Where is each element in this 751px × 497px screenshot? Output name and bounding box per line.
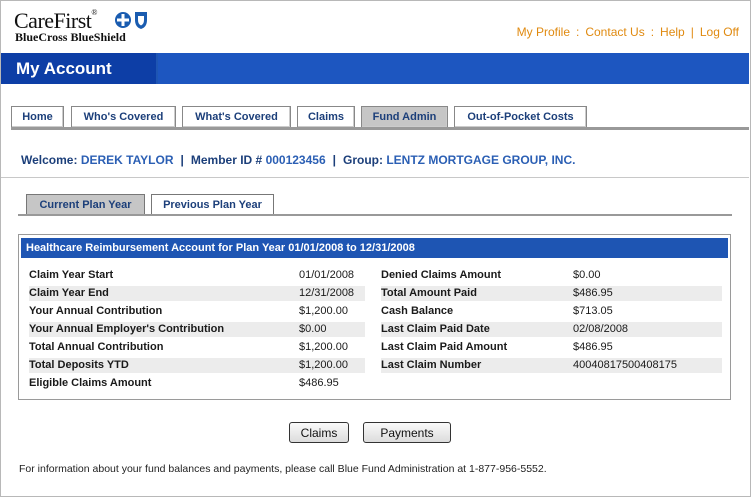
field-label: Last Claim Paid Amount — [381, 341, 508, 353]
tab-claims[interactable]: Claims — [297, 106, 355, 127]
left-row: Claim Year End 12/31/2008 — [29, 286, 365, 301]
fund-info-note: For information about your fund balances… — [19, 463, 547, 475]
log-off-link[interactable]: Log Off — [700, 25, 739, 39]
welcome-label: Welcome: — [21, 153, 78, 167]
field-label: Cash Balance — [381, 305, 454, 317]
claims-button[interactable]: Claims — [289, 422, 349, 443]
field-value: 12/31/2008 — [299, 287, 355, 299]
group-name: LENTZ MORTGAGE GROUP, INC. — [386, 153, 576, 167]
account-panel: Healthcare Reimbursement Account for Pla… — [18, 234, 731, 400]
tab-previous-plan-year[interactable]: Previous Plan Year — [151, 194, 274, 215]
right-row: Last Claim Paid Date 02/08/2008 — [381, 322, 722, 337]
field-value: $486.95 — [573, 287, 613, 299]
logo-subtitle: BlueCross BlueShield — [15, 30, 126, 44]
field-value: $1,200.00 — [299, 359, 348, 371]
field-label: Total Amount Paid — [381, 287, 477, 299]
left-row: Your Annual Employer's Contribution $0.0… — [29, 322, 365, 337]
field-label: Claim Year Start — [29, 269, 114, 281]
field-value: $486.95 — [299, 377, 339, 389]
right-row: Total Amount Paid $486.95 — [381, 286, 722, 301]
welcome-line: Welcome: DEREK TAYLOR | Member ID # 000123… — [21, 153, 576, 167]
field-value: $0.00 — [573, 269, 601, 281]
right-row: Last Claim Number 40040817500408175 — [381, 358, 722, 373]
field-value: $486.95 — [573, 341, 613, 353]
cross-shield-icon — [115, 12, 147, 29]
member-id: 000123456 — [265, 153, 326, 167]
title-bar: My Account — [1, 53, 749, 84]
field-label: Last Claim Number — [381, 359, 482, 371]
my-profile-link[interactable]: My Profile — [517, 25, 570, 39]
left-row: Your Annual Contribution $1,200.00 — [29, 304, 365, 319]
field-label: Claim Year End — [29, 287, 109, 299]
top-link-separator: : — [650, 25, 655, 39]
tab-baseline — [11, 127, 749, 130]
field-value: $1,200.00 — [299, 305, 348, 317]
field-value: $713.05 — [573, 305, 613, 317]
field-label: Total Annual Contribution — [29, 341, 164, 353]
field-label: Total Deposits YTD — [29, 359, 129, 371]
carefirst-logo[interactable]: CareFirst® BlueCross BlueShield — [14, 8, 164, 48]
right-row: Denied Claims Amount $0.00 — [381, 268, 722, 283]
field-value: 40040817500408175 — [573, 359, 678, 371]
top-links: My Profile: Contact Us: Help | Log Off — [517, 25, 739, 39]
group-label: Group: — [343, 153, 383, 167]
tab-fund-admin[interactable]: Fund Admin — [361, 106, 448, 127]
right-row: Cash Balance $713.05 — [381, 304, 722, 319]
payments-button[interactable]: Payments — [363, 422, 451, 443]
title-bar-fill — [158, 53, 749, 84]
field-label: Last Claim Paid Date — [381, 323, 490, 335]
member-id-label: Member ID # — [190, 153, 263, 167]
field-label: Your Annual Contribution — [29, 305, 163, 317]
field-value: 01/01/2008 — [299, 269, 355, 281]
left-row: Total Deposits YTD $1,200.00 — [29, 358, 365, 373]
divider — [1, 177, 749, 178]
field-label: Eligible Claims Amount — [29, 377, 152, 389]
field-label: Denied Claims Amount — [381, 269, 501, 281]
help-link[interactable]: Help — [660, 25, 685, 39]
account-heading: Healthcare Reimbursement Account for Pla… — [21, 238, 728, 258]
left-row: Total Annual Contribution $1,200.00 — [29, 340, 365, 355]
left-row: Claim Year Start 01/01/2008 — [29, 268, 365, 283]
page-title: My Account — [16, 59, 112, 78]
top-link-separator: : — [576, 25, 580, 39]
field-value: 02/08/2008 — [573, 323, 629, 335]
field-label: Your Annual Employer's Contribution — [29, 323, 225, 335]
field-value: $0.00 — [299, 323, 327, 335]
left-row: Eligible Claims Amount $486.95 — [29, 376, 365, 391]
tab-whos-covered[interactable]: Who's Covered — [71, 106, 176, 127]
contact-us-link[interactable]: Contact Us — [585, 25, 644, 39]
field-value: $1,200.00 — [299, 341, 348, 353]
tab-out-of-pocket-costs[interactable]: Out-of-Pocket Costs — [454, 106, 587, 127]
tab-whats-covered[interactable]: What's Covered — [182, 106, 291, 127]
subtab-baseline — [18, 214, 732, 216]
tab-current-plan-year[interactable]: Current Plan Year — [26, 194, 145, 215]
right-row: Last Claim Paid Amount $486.95 — [381, 340, 722, 355]
tab-home[interactable]: Home — [11, 106, 64, 127]
title-block: My Account — [1, 53, 156, 84]
member-name: DEREK TAYLOR — [80, 153, 174, 167]
top-link-separator: | — [690, 25, 694, 39]
